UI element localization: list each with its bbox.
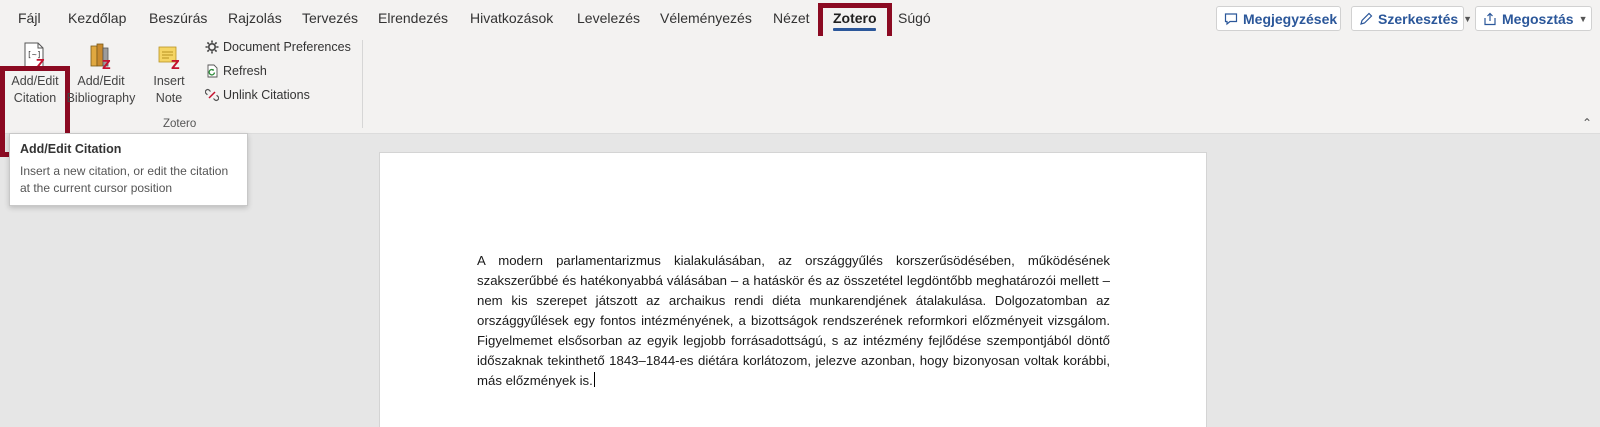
menu-bar: Fájl Kezdőlap Beszúrás Rajzolás Tervezés… (0, 0, 1600, 52)
document-preferences-label: Document Preferences (223, 40, 351, 54)
share-label: Megosztás (1502, 10, 1574, 27)
chevron-down-icon: ▼ (1463, 13, 1473, 24)
collapse-ribbon-icon[interactable]: ⌃ (1582, 116, 1592, 130)
document-page[interactable]: A modern parlamentarizmus kialakulásában… (379, 152, 1207, 427)
refresh-label: Refresh (223, 64, 267, 78)
share-button[interactable]: Megosztás ▼ (1475, 6, 1592, 31)
add-edit-bibliography-label-2: Bibliography (66, 90, 136, 105)
tab-references[interactable]: Hivatkozások (470, 10, 553, 26)
gear-icon (205, 40, 219, 54)
pencil-icon (1360, 12, 1373, 25)
add-edit-bibliography-button[interactable]: Z Add/Edit Bibliography (66, 42, 136, 106)
tooltip-description: Insert a new citation, or edit the citat… (20, 164, 229, 195)
tab-file[interactable]: Fájl (18, 10, 41, 26)
add-edit-citation-tooltip: Add/Edit Citation Insert a new citation,… (9, 133, 248, 206)
tab-layout[interactable]: Elrendezés (378, 10, 448, 26)
document-body[interactable]: A modern parlamentarizmus kialakulásában… (477, 251, 1110, 391)
svg-text:Z: Z (171, 58, 180, 70)
editing-label: Szerkesztés (1378, 10, 1459, 27)
tab-mailings[interactable]: Levelezés (577, 10, 640, 26)
add-edit-bibliography-label-1: Add/Edit (77, 74, 125, 88)
share-icon (1484, 12, 1496, 25)
tab-design[interactable]: Tervezés (302, 10, 358, 26)
comments-label: Megjegyzések (1243, 10, 1338, 27)
tab-review[interactable]: Véleményezés (660, 10, 752, 26)
insert-note-button[interactable]: Z Insert Note (145, 42, 193, 106)
insert-note-label-1: Insert (153, 74, 185, 88)
insert-note-label-2: Note (155, 90, 183, 105)
tab-draw[interactable]: Rajzolás (228, 10, 282, 26)
document-preferences-button[interactable]: Document Preferences (205, 40, 351, 54)
unlink-citations-button[interactable]: Unlink Citations (205, 88, 310, 102)
unlink-icon (205, 89, 219, 101)
document-paragraph[interactable]: A modern parlamentarizmus kialakulásában… (477, 253, 1110, 388)
text-cursor (593, 372, 595, 387)
svg-text:Z: Z (102, 58, 111, 70)
tooltip-title: Add/Edit Citation (20, 142, 122, 156)
zotero-group-label: Zotero (163, 118, 197, 130)
comment-icon (1224, 12, 1238, 25)
tab-view[interactable]: Nézet (773, 10, 810, 26)
ribbon-zotero: [~] Z Add/Edit Citation Z Add/Edit Bibli… (0, 36, 1600, 157)
group-divider (362, 40, 363, 128)
editing-mode-button[interactable]: Szerkesztés ▼ (1351, 6, 1472, 31)
refresh-button[interactable]: Refresh (205, 64, 267, 78)
note-icon: Z (158, 46, 180, 70)
tab-help[interactable]: Súgó (898, 10, 931, 26)
chevron-down-icon: ▼ (1578, 13, 1588, 24)
comments-button[interactable]: Megjegyzések (1216, 6, 1341, 31)
tab-insert[interactable]: Beszúrás (149, 10, 207, 26)
bibliography-icon: Z (90, 43, 111, 70)
unlink-citations-label: Unlink Citations (223, 88, 310, 102)
refresh-icon (207, 64, 218, 78)
tab-home[interactable]: Kezdőlap (68, 10, 126, 26)
